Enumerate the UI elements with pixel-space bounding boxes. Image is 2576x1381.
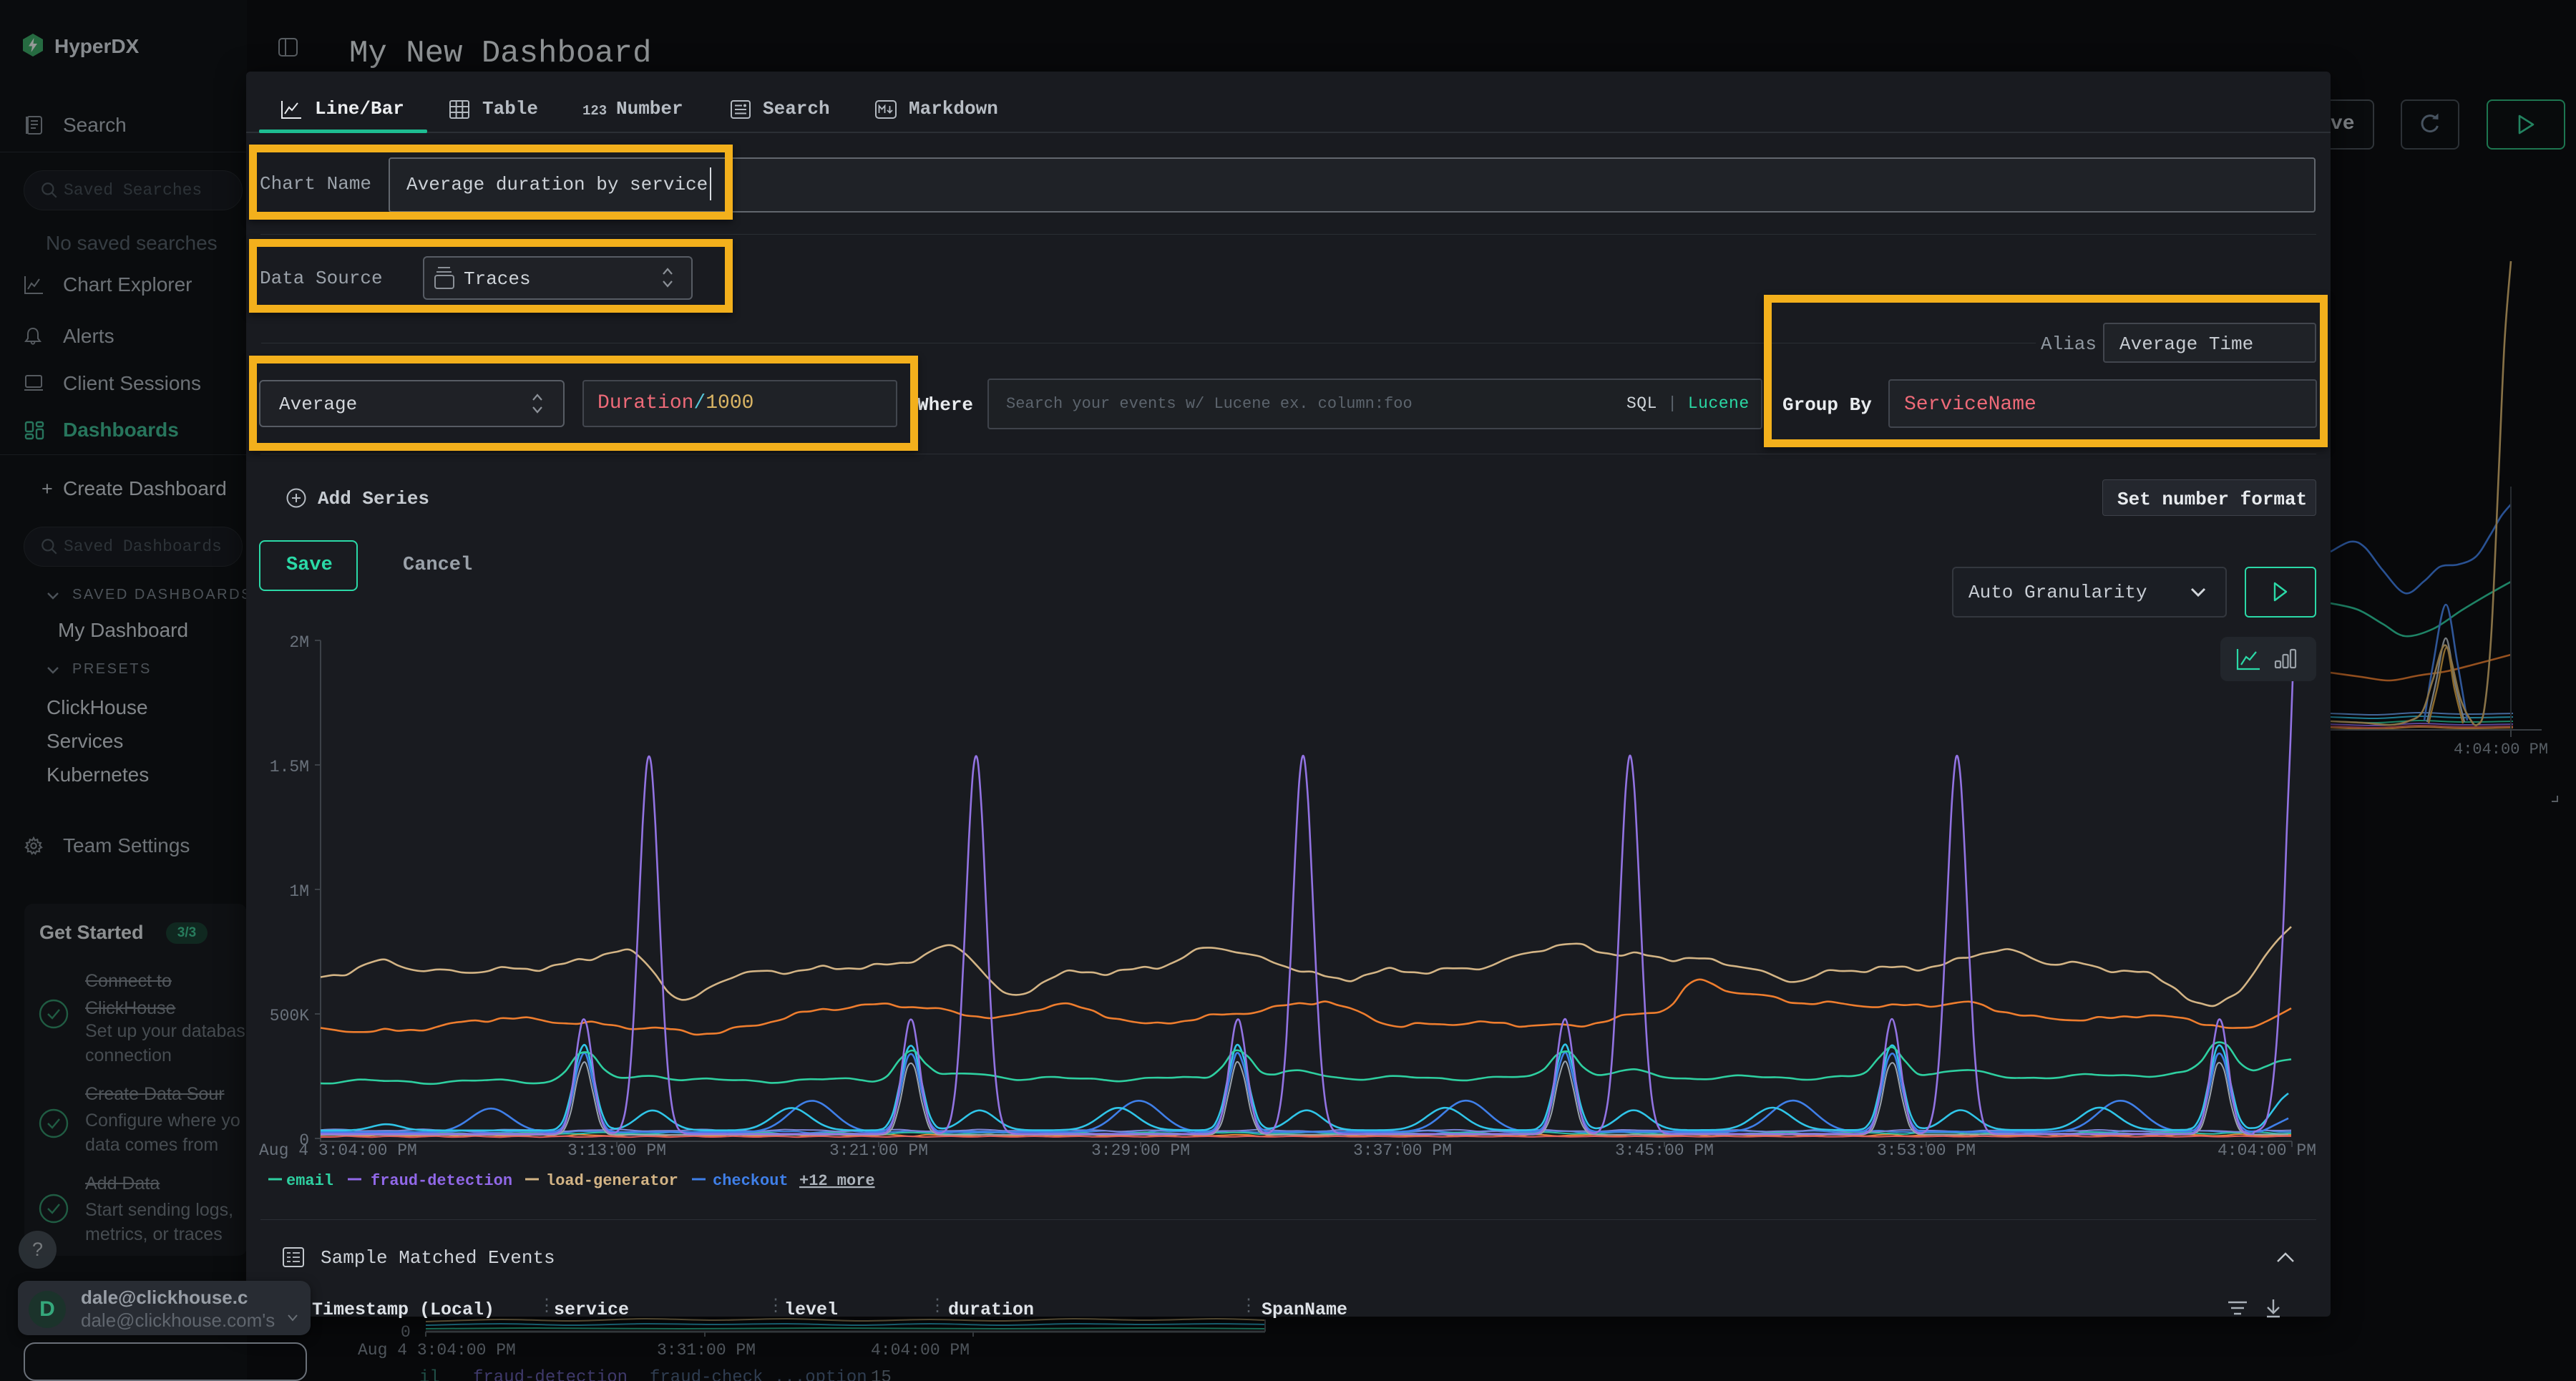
svg-text:4:04:00 PM: 4:04:00 PM xyxy=(2218,1141,2316,1160)
svg-text:load-generator: load-generator xyxy=(546,1172,678,1190)
svg-text:3:29:00 PM: 3:29:00 PM xyxy=(1091,1141,1190,1160)
svg-text:fraud-detection: fraud-detection xyxy=(371,1172,512,1190)
svg-text:2M: 2M xyxy=(289,633,309,652)
svg-text:checkout: checkout xyxy=(713,1172,789,1190)
svg-text:3:37:00 PM: 3:37:00 PM xyxy=(1353,1141,1452,1160)
svg-text:1.5M: 1.5M xyxy=(270,758,309,776)
svg-text:500K: 500K xyxy=(270,1007,309,1025)
svg-text:1M: 1M xyxy=(289,882,309,901)
svg-text:3:21:00 PM: 3:21:00 PM xyxy=(829,1141,928,1160)
svg-text:+12 more: +12 more xyxy=(799,1172,875,1190)
svg-text:Aug 4 3:04:00 PM: Aug 4 3:04:00 PM xyxy=(259,1141,417,1160)
svg-text:3:53:00 PM: 3:53:00 PM xyxy=(1877,1141,1976,1160)
svg-text:3:13:00 PM: 3:13:00 PM xyxy=(567,1141,666,1160)
svg-text:3:45:00 PM: 3:45:00 PM xyxy=(1615,1141,1714,1160)
svg-text:email: email xyxy=(286,1172,333,1190)
